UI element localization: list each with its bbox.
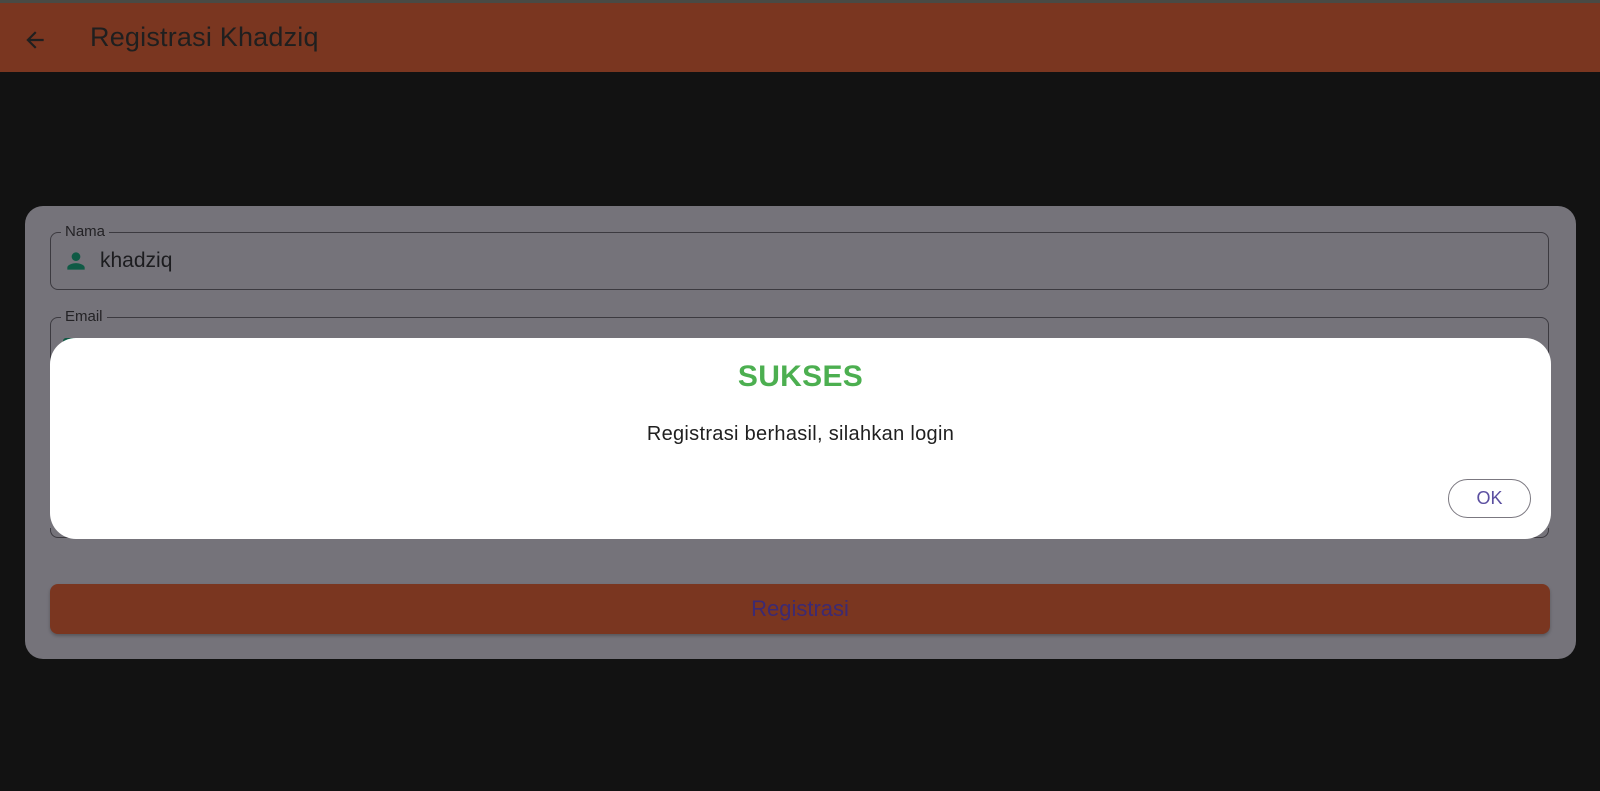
email-field-label: Email	[61, 307, 107, 327]
name-field[interactable]: Nama khadziq	[50, 222, 1549, 290]
app-bar: Registrasi Khadziq	[0, 3, 1600, 72]
page-title: Registrasi Khadziq	[90, 22, 319, 52]
name-field-label: Nama	[61, 222, 110, 242]
dialog-message: Registrasi berhasil, silahkan login	[646, 423, 955, 445]
ok-button[interactable]: OK	[1448, 479, 1531, 518]
person-icon	[67, 252, 85, 270]
back-button[interactable]	[20, 25, 50, 55]
register-button[interactable]: Registrasi	[50, 584, 1550, 634]
dialog-title: SUKSES	[737, 360, 864, 393]
arrow-left-icon	[26, 31, 44, 49]
name-field-value: khadziq	[100, 249, 173, 272]
success-dialog: SUKSES Registrasi berhasil, silahkan log…	[50, 338, 1551, 539]
